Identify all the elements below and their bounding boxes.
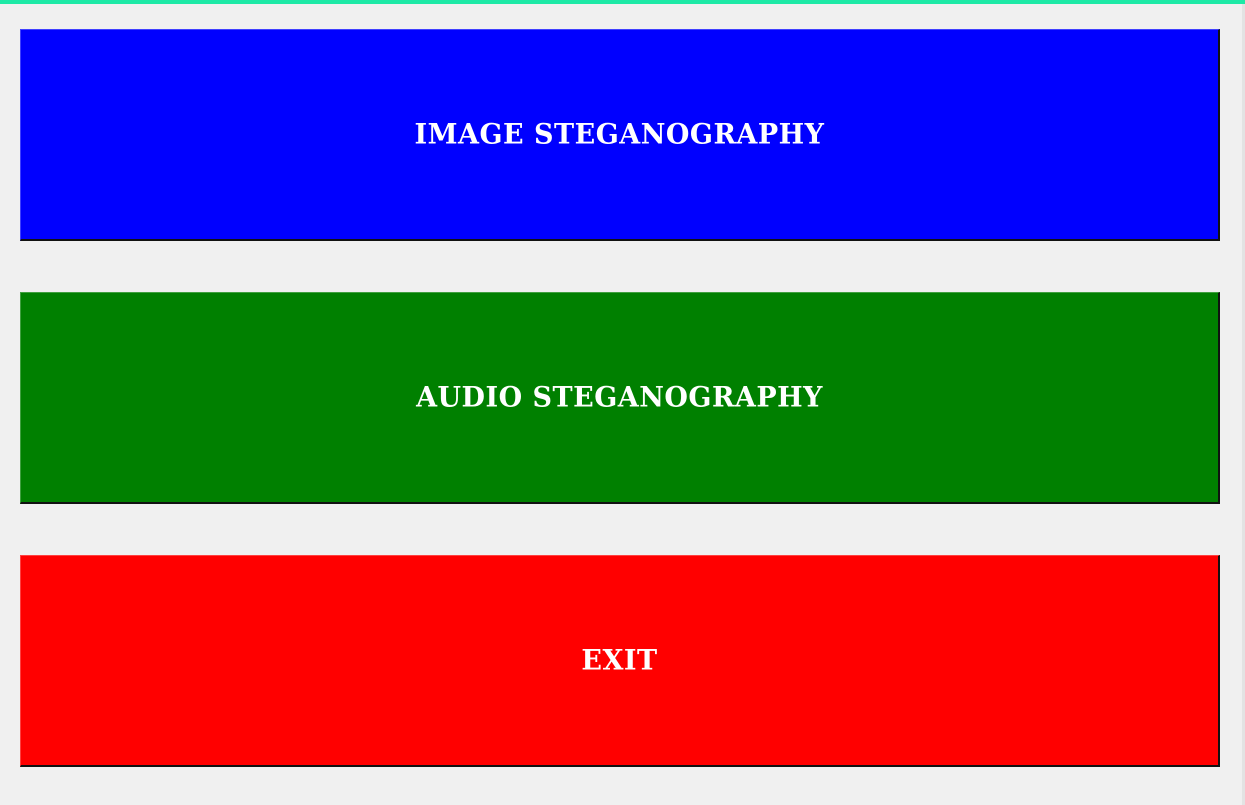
main-window: IMAGE STEGANOGRAPHY AUDIO STEGANOGRAPHY … xyxy=(0,0,1245,805)
image-steganography-button[interactable]: IMAGE STEGANOGRAPHY xyxy=(20,29,1220,241)
audio-steganography-button[interactable]: AUDIO STEGANOGRAPHY xyxy=(20,292,1220,504)
audio-steganography-label: AUDIO STEGANOGRAPHY xyxy=(416,381,823,414)
exit-button[interactable]: EXIT xyxy=(20,555,1220,767)
exit-label: EXIT xyxy=(581,644,658,677)
image-steganography-label: IMAGE STEGANOGRAPHY xyxy=(414,118,825,151)
window-top-accent xyxy=(0,0,1245,4)
